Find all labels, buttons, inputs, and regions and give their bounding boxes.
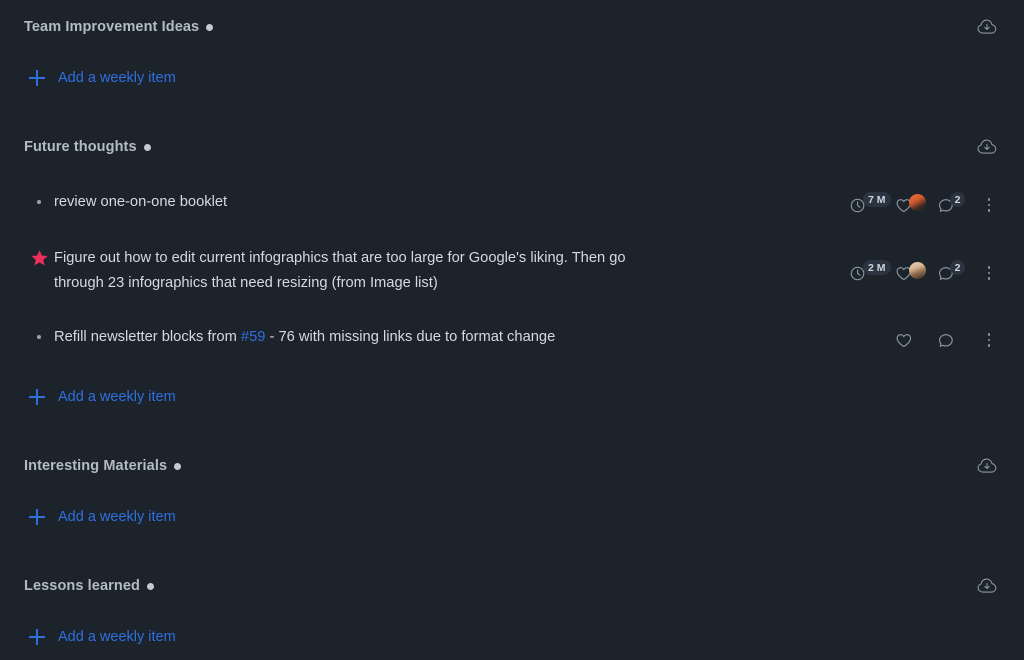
section-title: Future thoughts [24,139,137,155]
bullet-cell [24,246,54,268]
bullet-dot-icon [37,200,41,204]
bullet-cell [24,325,54,339]
table-row[interactable]: Refill newsletter blocks from #59 - 76 w… [0,325,1024,355]
row-actions [886,325,1004,355]
table-row[interactable]: Figure out how to edit current infograph… [0,246,1024,295]
comment-icon[interactable] [930,326,974,354]
add-weekly-item-label: Add a weekly item [58,70,176,86]
section-header: Future thoughts [0,134,1024,160]
clock-icon[interactable]: 2 M [842,259,891,287]
more-options-icon[interactable] [974,259,1004,287]
table-row[interactable]: review one-on-one booklet 7 M 2 [0,190,1024,220]
add-weekly-item-label: Add a weekly item [58,509,176,525]
cloud-download-icon[interactable] [974,573,1000,599]
task-text: Refill newsletter blocks from #59 - 76 w… [54,325,864,350]
section-status-dot [143,143,151,151]
more-options-dots [987,333,991,347]
bullet-dot-icon [37,335,41,339]
section-title: Interesting Materials [24,458,168,474]
bullet-cell [24,190,54,204]
section-title-wrap: Interesting Materials [24,453,182,479]
section-title-wrap: Lessons learned [24,573,154,599]
more-options-icon[interactable] [974,326,1004,354]
more-options-icon[interactable] [974,191,1004,219]
section-title: Team Improvement Ideas [24,19,200,35]
task-text-after-link: - 76 with missing links due to format ch… [265,329,556,345]
weekly-notes-page: Team Improvement Ideas Add a weekly item… [0,0,1024,660]
section-future-thoughts: Future thoughts review one-on-one bookle… [0,134,1024,409]
section-header: Lessons learned [0,573,1024,599]
more-options-dots [987,198,991,212]
section-title-wrap: Future thoughts [24,134,151,160]
add-weekly-item-button[interactable]: Add a weekly item [0,505,176,529]
section-status-dot [174,462,182,470]
section-status-dot [146,582,154,590]
task-text: review one-on-one booklet [54,194,228,210]
cloud-download-icon[interactable] [974,14,1000,40]
section-interesting-materials: Interesting Materials Add a weekly item [0,453,1024,529]
issue-link[interactable]: #59 [241,329,266,345]
comment-icon[interactable]: 2 [930,191,974,219]
heart-icon[interactable] [886,326,930,354]
avatar [909,194,926,211]
heart-icon[interactable] [886,259,930,287]
plus-icon [29,389,45,405]
avatar [909,262,926,279]
cloud-download-icon[interactable] [974,134,1000,160]
section-lessons-learned: Lessons learned Add a weekly item [0,573,1024,649]
section-title: Lessons learned [24,578,140,594]
more-options-dots [987,266,991,280]
add-weekly-item-button[interactable]: Add a weekly item [0,625,176,649]
comment-icon[interactable]: 2 [930,259,974,287]
cloud-download-icon[interactable] [974,453,1000,479]
row-actions: 2 M 2 [842,258,1004,288]
star-icon[interactable] [30,249,49,268]
add-weekly-item-label: Add a weekly item [58,629,176,645]
plus-icon [29,509,45,525]
comment-count-badge: 2 [950,192,965,207]
section-status-dot [206,23,214,31]
section-header: Interesting Materials [0,453,1024,479]
plus-icon [29,70,45,86]
comment-count-badge: 2 [950,260,965,275]
section-title-wrap: Team Improvement Ideas [24,14,214,40]
plus-icon [29,629,45,645]
task-text-before-link: Refill newsletter blocks from [54,329,241,345]
add-weekly-item-label: Add a weekly item [58,389,176,405]
add-weekly-item-button[interactable]: Add a weekly item [0,66,176,90]
section-header: Team Improvement Ideas [0,14,1024,40]
task-text: Figure out how to edit current infograph… [54,250,626,291]
row-actions: 7 M 2 [842,190,1004,220]
clock-icon[interactable]: 7 M [842,191,891,219]
heart-icon[interactable] [886,191,930,219]
add-weekly-item-button[interactable]: Add a weekly item [0,385,176,409]
section-team-improvement-ideas: Team Improvement Ideas Add a weekly item [0,14,1024,90]
